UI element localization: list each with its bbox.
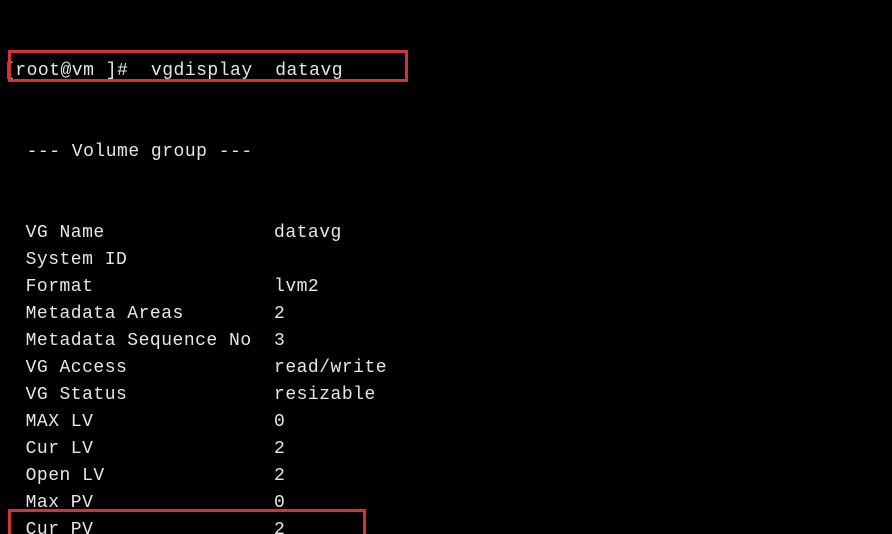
vg-field-row: Metadata Areas2 (4, 301, 888, 328)
vg-field-row: VG Statusresizable (4, 382, 888, 409)
vg-field-label: Metadata Areas (26, 301, 274, 328)
vg-field-label: MAX LV (26, 409, 274, 436)
vg-field-label: System ID (26, 247, 274, 274)
vg-field-label: VG Name (26, 220, 274, 247)
section-header: --- Volume group --- (4, 139, 888, 166)
prompt-line: [root@vm ]# vgdisplay datavg (4, 58, 888, 85)
vg-field-value: 2 (274, 520, 285, 534)
vg-field-row: Max PV0 (4, 490, 888, 517)
vg-field-row: VG Accessread/write (4, 355, 888, 382)
vg-field-row: MAX LV0 (4, 409, 888, 436)
vg-field-value: 2 (274, 439, 285, 459)
vg-field-row: Cur PV2 (4, 517, 888, 534)
shell-prompt: [root@vm ]# vgdisplay datavg (4, 61, 343, 81)
vg-field-row: Formatlvm2 (4, 274, 888, 301)
vg-field-label: Format (26, 274, 274, 301)
vg-field-row: Cur LV2 (4, 436, 888, 463)
terminal-output: [root@vm ]# vgdisplay datavg --- Volume … (0, 0, 892, 534)
vg-field-value: read/write (274, 358, 387, 378)
vg-field-value: datavg (274, 223, 342, 243)
vg-field-value: 2 (274, 466, 285, 486)
vg-field-label: VG Status (26, 382, 274, 409)
vg-field-value: 0 (274, 412, 285, 432)
vg-field-value: lvm2 (274, 277, 319, 297)
vg-field-row: Open LV2 (4, 463, 888, 490)
vg-field-label: Metadata Sequence No (26, 328, 274, 355)
vg-fields: VG Namedatavg System ID Formatlvm2 Metad… (4, 220, 888, 534)
vg-field-value: 3 (274, 331, 285, 351)
vg-field-label: Open LV (26, 463, 274, 490)
vg-field-value: 2 (274, 304, 285, 324)
vg-field-label: Cur PV (26, 517, 274, 534)
vg-field-label: Cur LV (26, 436, 274, 463)
vg-field-row: Metadata Sequence No3 (4, 328, 888, 355)
vg-field-row: System ID (4, 247, 888, 274)
vg-field-row: VG Namedatavg (4, 220, 888, 247)
vg-field-label: VG Access (26, 355, 274, 382)
vg-field-label: Max PV (26, 490, 274, 517)
vg-field-value: 0 (274, 493, 285, 513)
vg-field-value: resizable (274, 385, 376, 405)
